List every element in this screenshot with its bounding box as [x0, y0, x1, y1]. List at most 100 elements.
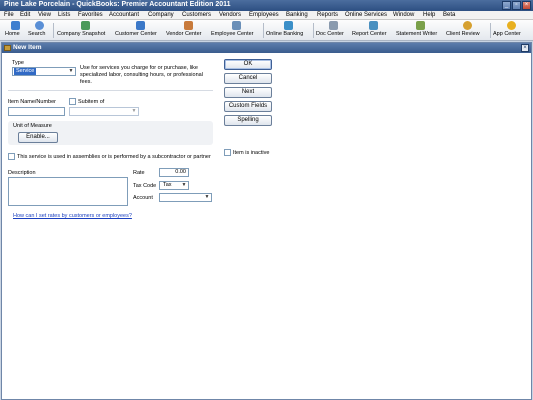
subitem-label: Subitem of	[78, 99, 105, 105]
account-label: Account	[133, 195, 153, 201]
rate-label: Rate	[133, 170, 145, 176]
new-item-title: New Item	[13, 44, 42, 51]
toolbar-review-label: Client Review	[446, 31, 480, 37]
toolbar-snapshot-label: Company Snapshot	[57, 31, 106, 37]
ok-button[interactable]: OK	[224, 59, 272, 70]
toolbar-banking-label: Online Banking	[266, 31, 304, 37]
app-title-bar: Pine Lake Porcelain - QuickBooks: Premie…	[0, 0, 533, 11]
toolbar-home[interactable]: Home	[5, 21, 25, 40]
toolbar-search[interactable]: Search	[28, 21, 50, 40]
spelling-button[interactable]: Spelling	[224, 115, 272, 126]
toolbar-search-label: Search	[28, 31, 46, 37]
description-textarea[interactable]	[8, 177, 128, 206]
report-icon	[368, 21, 378, 30]
account-select[interactable]: ▼	[159, 193, 212, 202]
toolbar-employee-label: Employee Center	[211, 31, 254, 37]
window-controls: _ ▫ ×	[502, 1, 531, 10]
divider	[8, 90, 213, 91]
menu-online-services[interactable]: Online Services	[345, 12, 387, 18]
toolbar-home-label: Home	[5, 31, 20, 37]
chevron-down-icon: ▼	[68, 68, 74, 74]
chevron-down-icon: ▼	[131, 108, 137, 114]
home-icon	[10, 21, 20, 30]
toolbar-separator	[53, 23, 54, 38]
type-label: Type	[12, 60, 24, 66]
toolbar-statement-writer[interactable]: Statement Writer	[396, 21, 444, 40]
toolbar-doc-center[interactable]: Doc Center	[316, 21, 350, 40]
menu-accountant[interactable]: Accountant	[109, 12, 139, 18]
employee-icon	[231, 21, 241, 30]
toolbar-company-snapshot[interactable]: Company Snapshot	[57, 21, 113, 40]
assemblies-checkbox[interactable]	[8, 153, 15, 160]
snapshot-icon	[80, 21, 90, 30]
toolbar-online-banking[interactable]: Online Banking	[266, 21, 310, 40]
toolbar-statement-label: Statement Writer	[396, 31, 438, 37]
tax-code-value: Tax	[163, 182, 172, 188]
document-icon	[328, 21, 338, 30]
tax-code-label: Tax Code	[133, 183, 157, 189]
menu-employees[interactable]: Employees	[249, 12, 279, 18]
toolbar-client-review[interactable]: Client Review	[446, 21, 488, 40]
item-icon	[4, 45, 11, 51]
review-icon	[462, 21, 472, 30]
menu-beta[interactable]: Beta	[443, 12, 455, 18]
item-name-label: Item Name/Number	[8, 99, 56, 105]
app-center-icon	[506, 21, 516, 30]
menu-banking[interactable]: Banking	[286, 12, 308, 18]
menu-reports[interactable]: Reports	[317, 12, 338, 18]
toolbar-separator	[490, 23, 491, 38]
type-select[interactable]: Service ▼	[12, 67, 76, 76]
unit-of-measure-group: Unit of Measure Enable...	[8, 121, 213, 145]
bank-icon	[283, 21, 293, 30]
menu-view[interactable]: View	[38, 12, 51, 18]
cancel-button[interactable]: Cancel	[224, 73, 272, 84]
rates-help-link[interactable]: How can I set rates by customers or empl…	[13, 213, 132, 219]
minimize-button[interactable]: _	[502, 1, 511, 10]
toolbar-customer-label: Customer Center	[115, 31, 157, 37]
menu-customers[interactable]: Customers	[182, 12, 211, 18]
rate-input[interactable]: 0.00	[159, 168, 189, 177]
icon-toolbar: Home Search Company Snapshot Customer Ce…	[0, 20, 533, 41]
maximize-button[interactable]: ▫	[512, 1, 521, 10]
menu-bar: File Edit View Lists Favorites Accountan…	[0, 11, 533, 20]
enable-button[interactable]: Enable...	[18, 132, 58, 143]
toolbar-app-center[interactable]: App Center	[493, 21, 529, 40]
menu-edit[interactable]: Edit	[20, 12, 30, 18]
menu-window[interactable]: Window	[393, 12, 414, 18]
menu-file[interactable]: File	[4, 12, 14, 18]
close-window-button[interactable]: ×	[521, 44, 529, 52]
customer-icon	[135, 21, 145, 30]
menu-favorites[interactable]: Favorites	[78, 12, 103, 18]
next-button[interactable]: Next	[224, 87, 272, 98]
app-title: Pine Lake Porcelain - QuickBooks: Premie…	[4, 1, 231, 8]
item-name-input[interactable]	[8, 107, 65, 116]
close-app-button[interactable]: ×	[522, 1, 531, 10]
statement-icon	[415, 21, 425, 30]
new-item-window: New Item × Type Service ▼ Use for servic…	[1, 42, 532, 400]
toolbar-customer-center[interactable]: Customer Center	[115, 21, 165, 40]
toolbar-report-center[interactable]: Report Center	[352, 21, 394, 40]
menu-help[interactable]: Help	[423, 12, 435, 18]
toolbar-separator	[313, 23, 314, 38]
new-item-title-bar: New Item ×	[2, 43, 531, 53]
menu-company[interactable]: Company	[148, 12, 174, 18]
vendor-icon	[183, 21, 193, 30]
subitem-select[interactable]: ▼	[69, 107, 139, 116]
toolbar-doc-label: Doc Center	[316, 31, 344, 37]
toolbar-report-label: Report Center	[352, 31, 387, 37]
assemblies-label: This service is used in assemblies or is…	[17, 154, 211, 160]
menu-vendors[interactable]: Vendors	[219, 12, 241, 18]
toolbar-vendor-center[interactable]: Vendor Center	[166, 21, 210, 40]
subitem-checkbox[interactable]	[69, 98, 76, 105]
chevron-down-icon: ▼	[204, 194, 210, 200]
toolbar-employee-center[interactable]: Employee Center	[211, 21, 261, 40]
search-icon	[34, 21, 44, 30]
menu-lists[interactable]: Lists	[58, 12, 70, 18]
inactive-checkbox[interactable]	[224, 149, 231, 156]
custom-fields-button[interactable]: Custom Fields	[224, 101, 272, 112]
toolbar-app-label: App Center	[493, 31, 521, 37]
tax-code-select[interactable]: Tax ▼	[159, 181, 189, 190]
chevron-down-icon: ▼	[181, 182, 187, 188]
description-label: Description	[8, 170, 36, 176]
type-select-value: Service	[14, 68, 37, 75]
